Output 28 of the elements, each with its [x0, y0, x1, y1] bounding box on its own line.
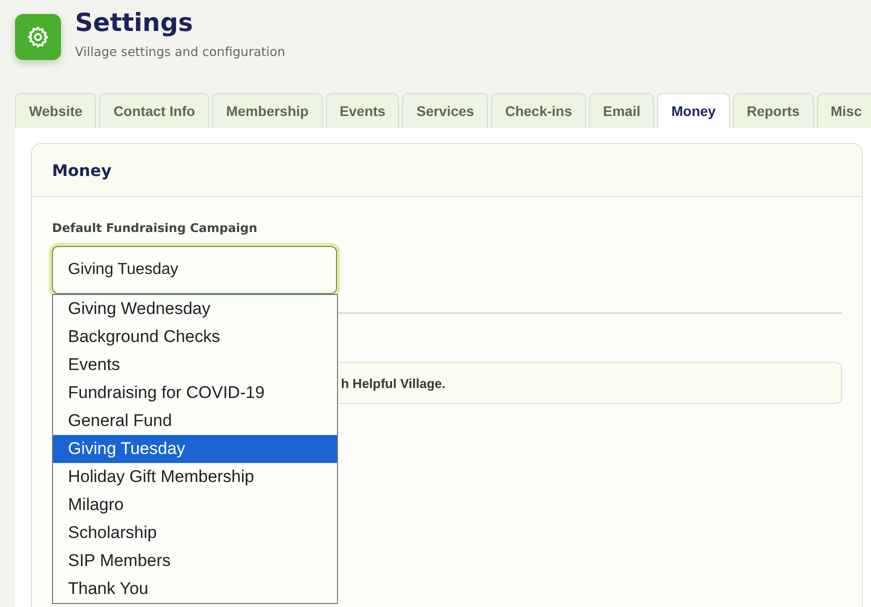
dropdown-option[interactable]: Thank You [53, 575, 337, 603]
dropdown-option[interactable]: General Fund [53, 407, 337, 435]
tab[interactable]: Website [15, 93, 96, 128]
tab[interactable]: Check-ins [491, 93, 586, 128]
dropdown-option[interactable]: SIP Members [53, 547, 337, 575]
section-title: Money [52, 160, 112, 180]
tab[interactable]: Reports [732, 93, 814, 128]
dropdown-option[interactable]: Giving Wednesday [53, 295, 337, 323]
dropdown-option[interactable]: Background Checks [53, 323, 337, 351]
tab[interactable]: Contact Info [99, 93, 210, 128]
dropdown-option[interactable]: Giving Tuesday [53, 435, 337, 463]
tab[interactable]: Services [402, 93, 488, 128]
settings-icon [15, 14, 61, 60]
page-subtitle: Village settings and configuration [75, 44, 286, 59]
page-title: Settings [75, 12, 194, 34]
dropdown-option[interactable]: Milagro [53, 491, 337, 519]
tab[interactable]: Misc [816, 93, 871, 128]
notice-text: h Helpful Village. [341, 376, 446, 390]
dropdown-option[interactable]: Holiday Gift Membership [53, 463, 337, 491]
tab[interactable]: Events [326, 93, 400, 128]
tab[interactable]: Email [589, 93, 654, 128]
dropdown-option[interactable]: Scholarship [53, 519, 337, 547]
dropdown-option[interactable]: Fundraising for COVID-19 [53, 379, 337, 407]
tab[interactable]: Money [657, 93, 730, 128]
tab[interactable]: Membership [212, 93, 323, 128]
campaign-select[interactable]: Giving Tuesday [52, 246, 337, 294]
field-label: Default Fundraising Campaign [52, 221, 258, 235]
dropdown-option[interactable]: Events [53, 351, 337, 379]
